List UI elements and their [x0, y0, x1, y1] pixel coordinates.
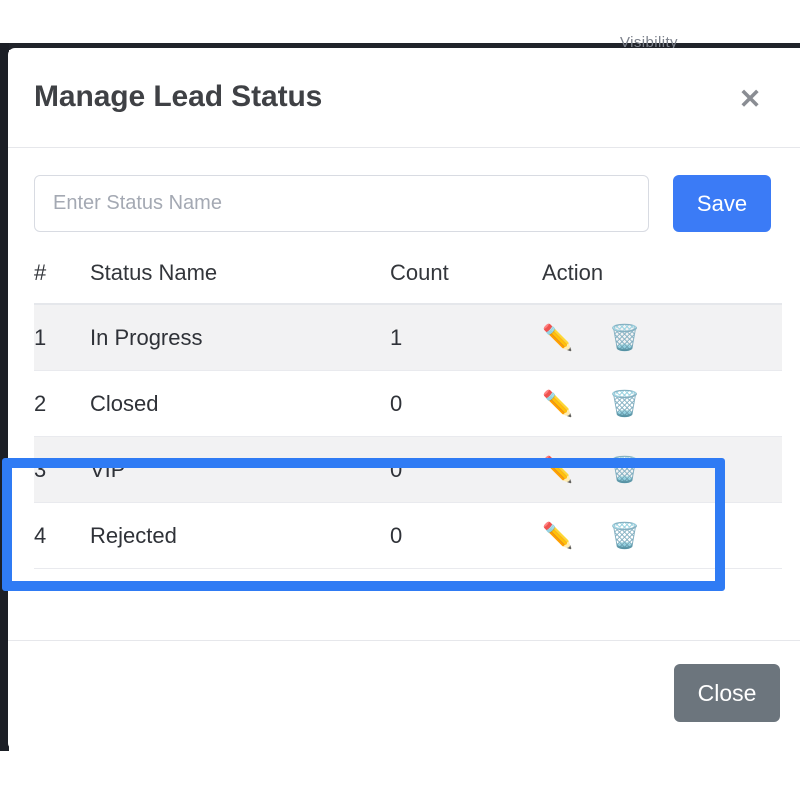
cell-index: 2 — [34, 370, 90, 437]
status-table-container: # Status Name Count Action 1 In Progress… — [8, 232, 800, 569]
cell-status-name: VIP — [90, 436, 390, 503]
screen: Visibility Manage Lead Status ✕ Save — [0, 0, 800, 800]
edit-icon[interactable]: ✏️ — [542, 391, 573, 417]
cell-count: 0 — [390, 502, 542, 569]
cell-status-name: Rejected — [90, 502, 390, 569]
close-button[interactable]: Close — [674, 664, 780, 722]
column-header-count: Count — [390, 254, 542, 305]
edit-icon[interactable]: ✏️ — [542, 325, 573, 351]
save-button[interactable]: Save — [673, 175, 771, 232]
cell-index: 3 — [34, 436, 90, 503]
column-header-action: Action — [542, 254, 782, 305]
cell-index: 4 — [34, 502, 90, 569]
table-header-row: # Status Name Count Action — [34, 254, 782, 305]
delete-icon[interactable]: 🗑️ — [609, 457, 640, 483]
table-body: 1 In Progress 1 ✏️ 🗑️ 2 Closed 0 ✏️ 🗑️ 3… — [34, 304, 782, 569]
table-header: # Status Name Count Action — [34, 254, 782, 305]
manage-lead-status-modal: Manage Lead Status ✕ Save # Status Name — [8, 48, 800, 750]
column-header-index: # — [34, 254, 90, 305]
cell-status-name: In Progress — [90, 304, 390, 371]
cell-count: 0 — [390, 370, 542, 437]
cell-action: ✏️ 🗑️ — [542, 304, 782, 371]
table-row: 3 VIP 0 ✏️ 🗑️ — [34, 436, 782, 503]
table-row: 1 In Progress 1 ✏️ 🗑️ — [34, 304, 782, 371]
edit-icon[interactable]: ✏️ — [542, 523, 573, 549]
status-name-input[interactable] — [34, 175, 649, 232]
cell-action: ✏️ 🗑️ — [542, 436, 782, 503]
add-status-row: Save — [8, 148, 800, 232]
cell-action: ✏️ 🗑️ — [542, 502, 782, 569]
cell-index: 1 — [34, 304, 90, 371]
cell-action: ✏️ 🗑️ — [542, 370, 782, 437]
modal-footer: Close — [8, 640, 800, 750]
modal-body: Save # Status Name Count Action — [8, 148, 800, 569]
table-row: 4 Rejected 0 ✏️ 🗑️ — [34, 502, 782, 569]
modal-header: Manage Lead Status ✕ — [8, 48, 800, 148]
cell-count: 0 — [390, 436, 542, 503]
delete-icon[interactable]: 🗑️ — [609, 325, 640, 351]
close-icon[interactable]: ✕ — [737, 86, 763, 113]
delete-icon[interactable]: 🗑️ — [609, 523, 640, 549]
page-title: Manage Lead Status — [34, 80, 323, 113]
cell-count: 1 — [390, 304, 542, 371]
cell-status-name: Closed — [90, 370, 390, 437]
column-header-name: Status Name — [90, 254, 390, 305]
delete-icon[interactable]: 🗑️ — [609, 391, 640, 417]
edit-icon[interactable]: ✏️ — [542, 457, 573, 483]
table-row: 2 Closed 0 ✏️ 🗑️ — [34, 370, 782, 437]
status-table: # Status Name Count Action 1 In Progress… — [34, 254, 782, 569]
